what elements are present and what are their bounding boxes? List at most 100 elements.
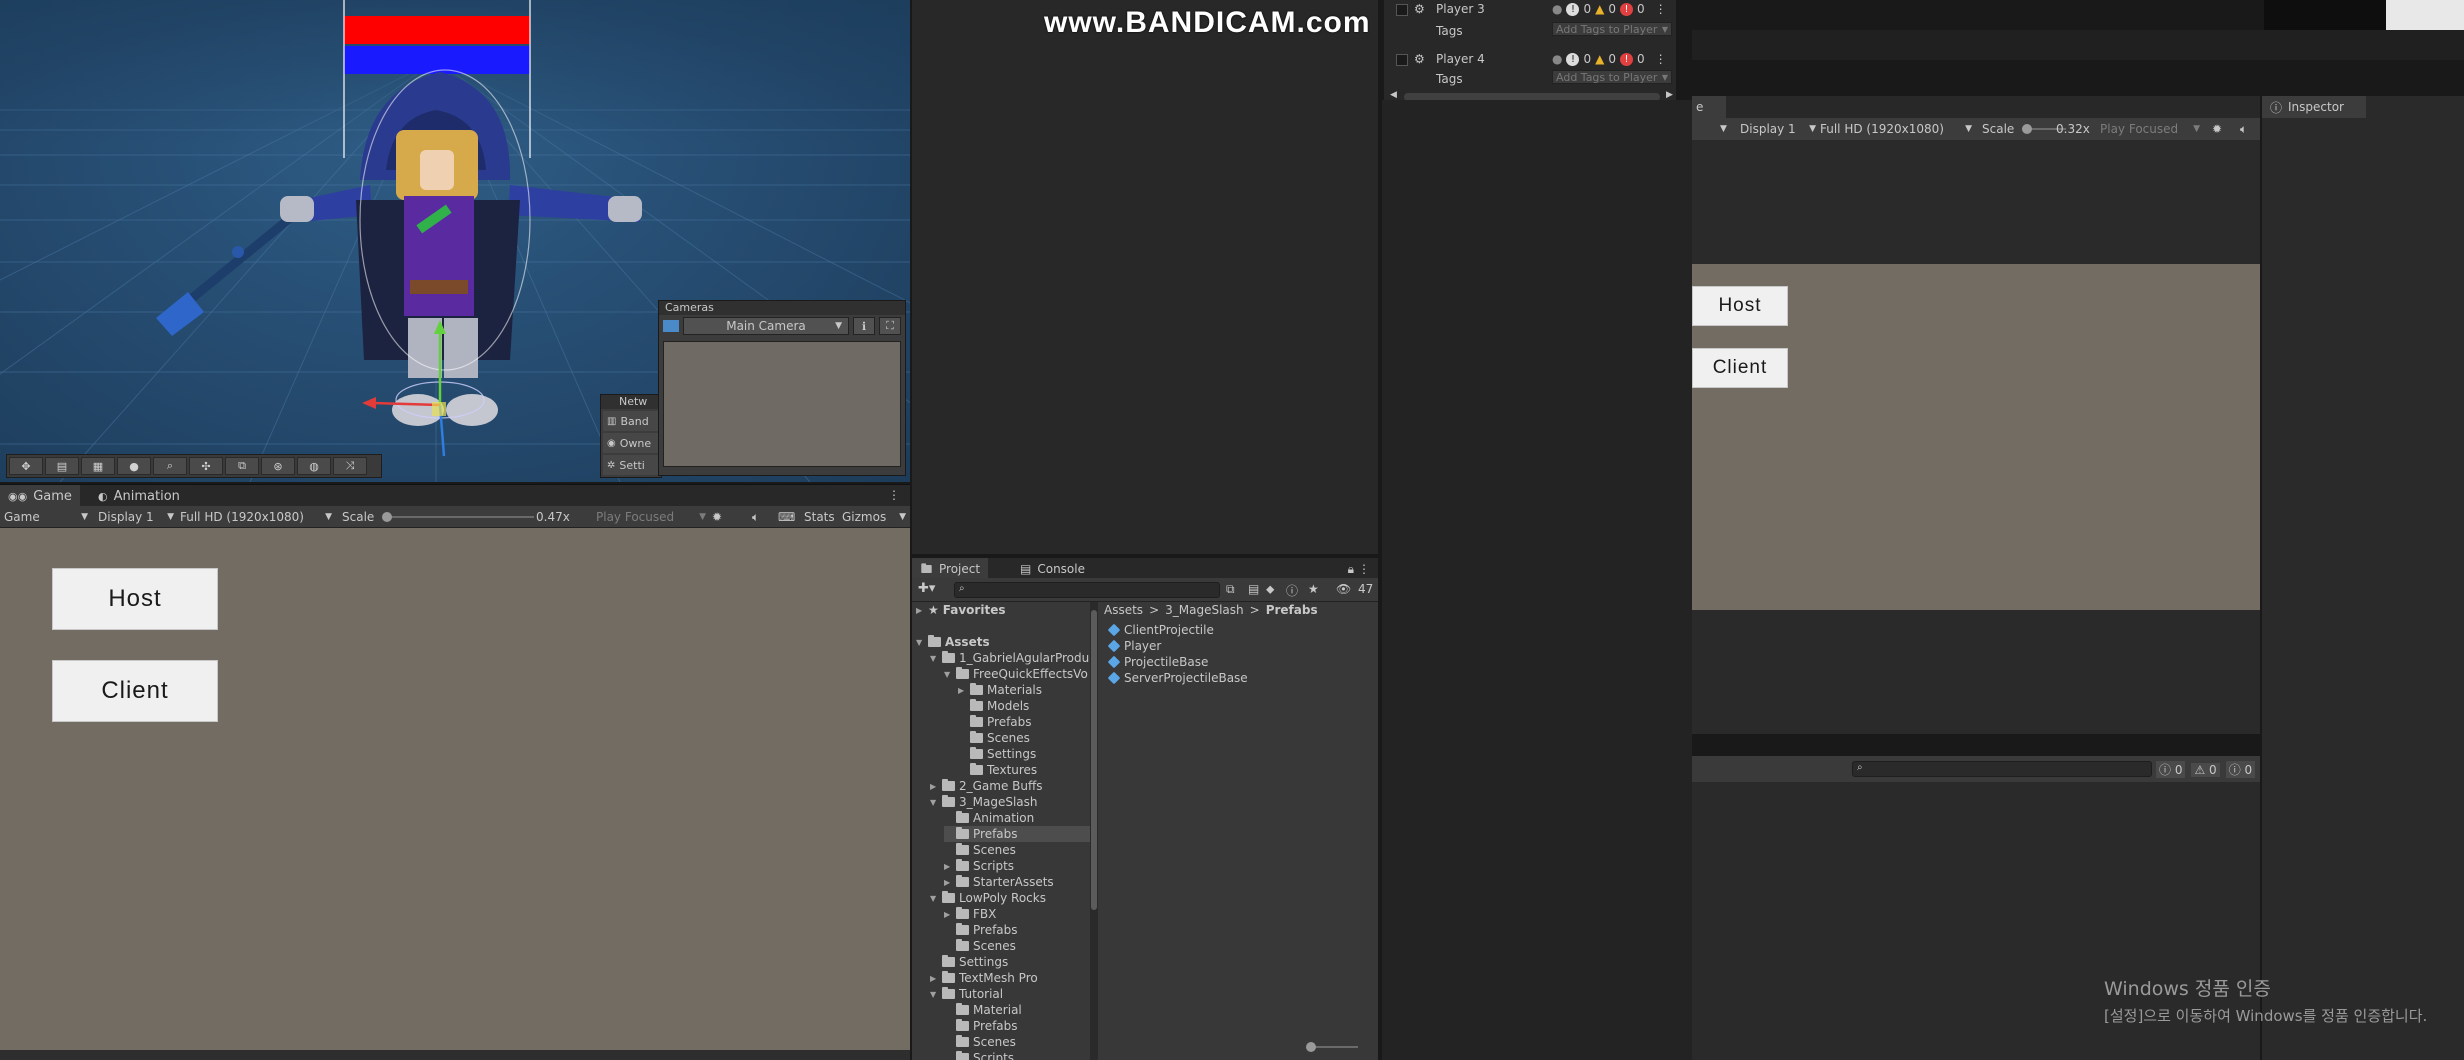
tab-game[interactable]: ◉◉ Game — [0, 485, 80, 507]
scale-slider[interactable] — [382, 512, 534, 522]
icon-size-handle[interactable] — [1306, 1042, 1316, 1052]
pivot-icon[interactable]: ⊛ — [261, 457, 295, 475]
global-icon[interactable]: ◍ — [297, 457, 331, 475]
favorites-header[interactable]: ▶ ★ Favorites — [916, 602, 1005, 618]
folder-tree-item[interactable]: Scripts — [944, 1050, 1014, 1060]
more-options-icon[interactable]: ⋮ — [1358, 562, 1370, 576]
folder-tree-item[interactable]: Prefabs — [944, 826, 1096, 842]
hierarchy-row[interactable]: ⚙ Player 4 Tags ● ! 0 ▲ 0 ! 0 ⋮ Add Tags… — [1388, 52, 1674, 86]
chevron-down-icon[interactable]: ▼ — [916, 638, 924, 647]
game-mode-select[interactable]: Game ▼ — [4, 509, 88, 525]
search-input[interactable]: ⌕ — [954, 582, 1220, 598]
host-button[interactable]: Host — [52, 568, 218, 630]
folder-tree-item[interactable]: ▼ Tutorial — [930, 986, 1003, 1002]
icon-size-slider[interactable] — [1306, 1042, 1358, 1052]
folder-tree-item[interactable]: ▼ Assets — [916, 634, 990, 650]
search-by-label-icon[interactable]: ▤ — [1248, 582, 1259, 596]
rect-tool-icon[interactable]: ▤ — [45, 457, 79, 475]
chevron-down-icon[interactable]: ▼ — [930, 654, 938, 663]
active-checkbox[interactable] — [1396, 54, 1408, 66]
asset-item[interactable]: ProjectileBase — [1107, 654, 1208, 670]
effects-icon[interactable]: ⤨ — [333, 457, 367, 475]
mute-audio-icon[interactable]: 🔈︎ — [2240, 121, 2247, 137]
folder-tree-item[interactable]: ▼ LowPoly Rocks — [930, 890, 1046, 906]
chevron-right-icon[interactable]: ▶ — [944, 862, 952, 871]
folder-tree-item[interactable]: Prefabs — [944, 922, 1018, 938]
resolution-select[interactable]: Full HD (1920x1080) ▼ — [1820, 121, 1972, 137]
settings-sun-icon[interactable]: ✹ — [2212, 121, 2222, 137]
folder-tree-item[interactable]: ▶ FBX — [944, 906, 996, 922]
resolution-select[interactable]: Full HD (1920x1080) ▼ — [180, 509, 332, 525]
folder-tree-item[interactable]: ▼ 1_GabrielAgularProduc — [930, 650, 1096, 666]
scrollbar-thumb[interactable] — [1091, 610, 1097, 910]
asset-item[interactable]: ServerProjectileBase — [1107, 670, 1248, 686]
breadcrumb-item[interactable]: Assets — [1104, 603, 1143, 617]
scroll-right-icon[interactable]: ▶ — [1666, 90, 1673, 100]
camera-select[interactable]: Main Camera ▼ — [683, 317, 849, 335]
more-options-icon[interactable]: ⋮ — [1655, 2, 1667, 16]
lock-icon[interactable]: 🔒︎ — [1348, 562, 1354, 577]
network-item-bandwidth[interactable]: ▥ Band — [603, 411, 659, 431]
folder-tree-item[interactable]: Settings — [930, 954, 1008, 970]
folder-tree-item[interactable]: ▼ FreeQuickEffectsVo — [944, 666, 1088, 682]
display-select[interactable]: Display 1 ▼ — [1740, 121, 1816, 137]
tab-game[interactable]: e — [1692, 96, 1726, 118]
chevron-right-icon[interactable]: ▶ — [930, 782, 938, 791]
folder-tree-item[interactable]: Prefabs — [958, 714, 1032, 730]
folder-tree-item[interactable]: Models — [958, 698, 1029, 714]
client-button[interactable]: Client — [1692, 348, 1788, 388]
folder-tree-item[interactable]: Animation — [944, 810, 1034, 826]
folder-tree-item[interactable]: ▼ 3_MageSlash — [930, 794, 1038, 810]
pan-icon[interactable]: ✣ — [189, 457, 223, 475]
chevron-right-icon[interactable]: ▶ — [930, 974, 938, 983]
error-toggle[interactable]: ⓘ 0 — [2225, 761, 2256, 778]
console-search-input[interactable]: ⌕ — [1852, 761, 2152, 777]
play-focused-select[interactable]: Play Focused ▼ — [596, 509, 706, 525]
zoom-icon[interactable]: ⌕ — [153, 457, 187, 475]
folder-tree-item[interactable]: ▶ TextMesh Pro — [930, 970, 1038, 986]
chevron-down-icon[interactable]: ▼ — [930, 798, 938, 807]
chevron-down-icon[interactable]: ▼ — [1720, 121, 1727, 137]
mute-audio-icon[interactable]: 🔈︎ — [752, 509, 759, 525]
folder-tree-scrollbar[interactable] — [1090, 602, 1098, 1060]
tab-project[interactable]: Project — [912, 558, 989, 580]
network-item-ownership[interactable]: ◉ Owne — [603, 433, 659, 453]
scale-slider-handle[interactable] — [382, 512, 392, 522]
asset-item[interactable]: ClientProjectile — [1107, 622, 1214, 638]
folder-tree-item[interactable]: Material — [944, 1002, 1022, 1018]
folder-tree-item[interactable]: Scenes — [944, 842, 1016, 858]
folder-tree-item[interactable]: Scenes — [958, 730, 1030, 746]
host-button[interactable]: Host — [1692, 286, 1788, 326]
client-button[interactable]: Client — [52, 660, 218, 722]
folder-tree-item[interactable]: Scenes — [944, 938, 1016, 954]
chevron-down-icon[interactable]: ▼ — [930, 990, 938, 999]
tags-dropdown[interactable]: Add Tags to Player ▼ — [1552, 22, 1672, 36]
play-focused-select[interactable]: Play Focused ▼ — [2100, 121, 2200, 137]
keyboard-icon[interactable]: ⌨ — [778, 509, 795, 525]
info-icon[interactable]: ℹ — [853, 317, 875, 335]
info-icon[interactable]: ⓘ — [1286, 582, 1298, 599]
asset-item[interactable]: Player — [1107, 638, 1161, 654]
more-options-icon[interactable]: ⋮ — [1655, 52, 1667, 66]
folder-tree-item[interactable]: Settings — [958, 746, 1036, 762]
move-tool-icon[interactable]: ✥ — [9, 457, 43, 475]
folder-tree-item[interactable]: ▶ Materials — [958, 682, 1042, 698]
warning-toggle[interactable]: ⚠ 0 — [2191, 762, 2220, 777]
chevron-right-icon[interactable]: ▶ — [958, 686, 966, 695]
stats-button[interactable]: Stats — [804, 509, 835, 525]
folder-tree-item[interactable]: Scenes — [944, 1034, 1016, 1050]
scroll-left-icon[interactable]: ◀ — [1390, 90, 1397, 100]
tab-inspector[interactable]: ⓘ Inspector — [2262, 96, 2366, 118]
active-checkbox[interactable] — [1396, 4, 1408, 16]
folder-tree-item[interactable]: Prefabs — [944, 1018, 1018, 1034]
hierarchy-row[interactable]: ⚙ Player 3 Tags ● ! 0 ▲ 0 ! 0 ⋮ Add Tags… — [1388, 2, 1674, 38]
search-by-type-icon[interactable]: ⧉ — [1226, 582, 1235, 597]
snap-icon[interactable]: ⧉ — [225, 457, 259, 475]
network-item-settings[interactable]: ✲ Setti — [603, 455, 659, 475]
screenshot-icon[interactable]: ⛶ — [879, 317, 901, 335]
folder-tree-item[interactable]: ▶ Scripts — [944, 858, 1014, 874]
scene-view[interactable]: Netw ▥ Band ◉ Owne ✲ Setti Cameras Main Cam… — [0, 0, 910, 482]
shading-icon[interactable]: ● — [117, 457, 151, 475]
chevron-right-icon[interactable]: ▶ — [944, 910, 952, 919]
chevron-down-icon[interactable]: ▼ — [944, 670, 952, 679]
